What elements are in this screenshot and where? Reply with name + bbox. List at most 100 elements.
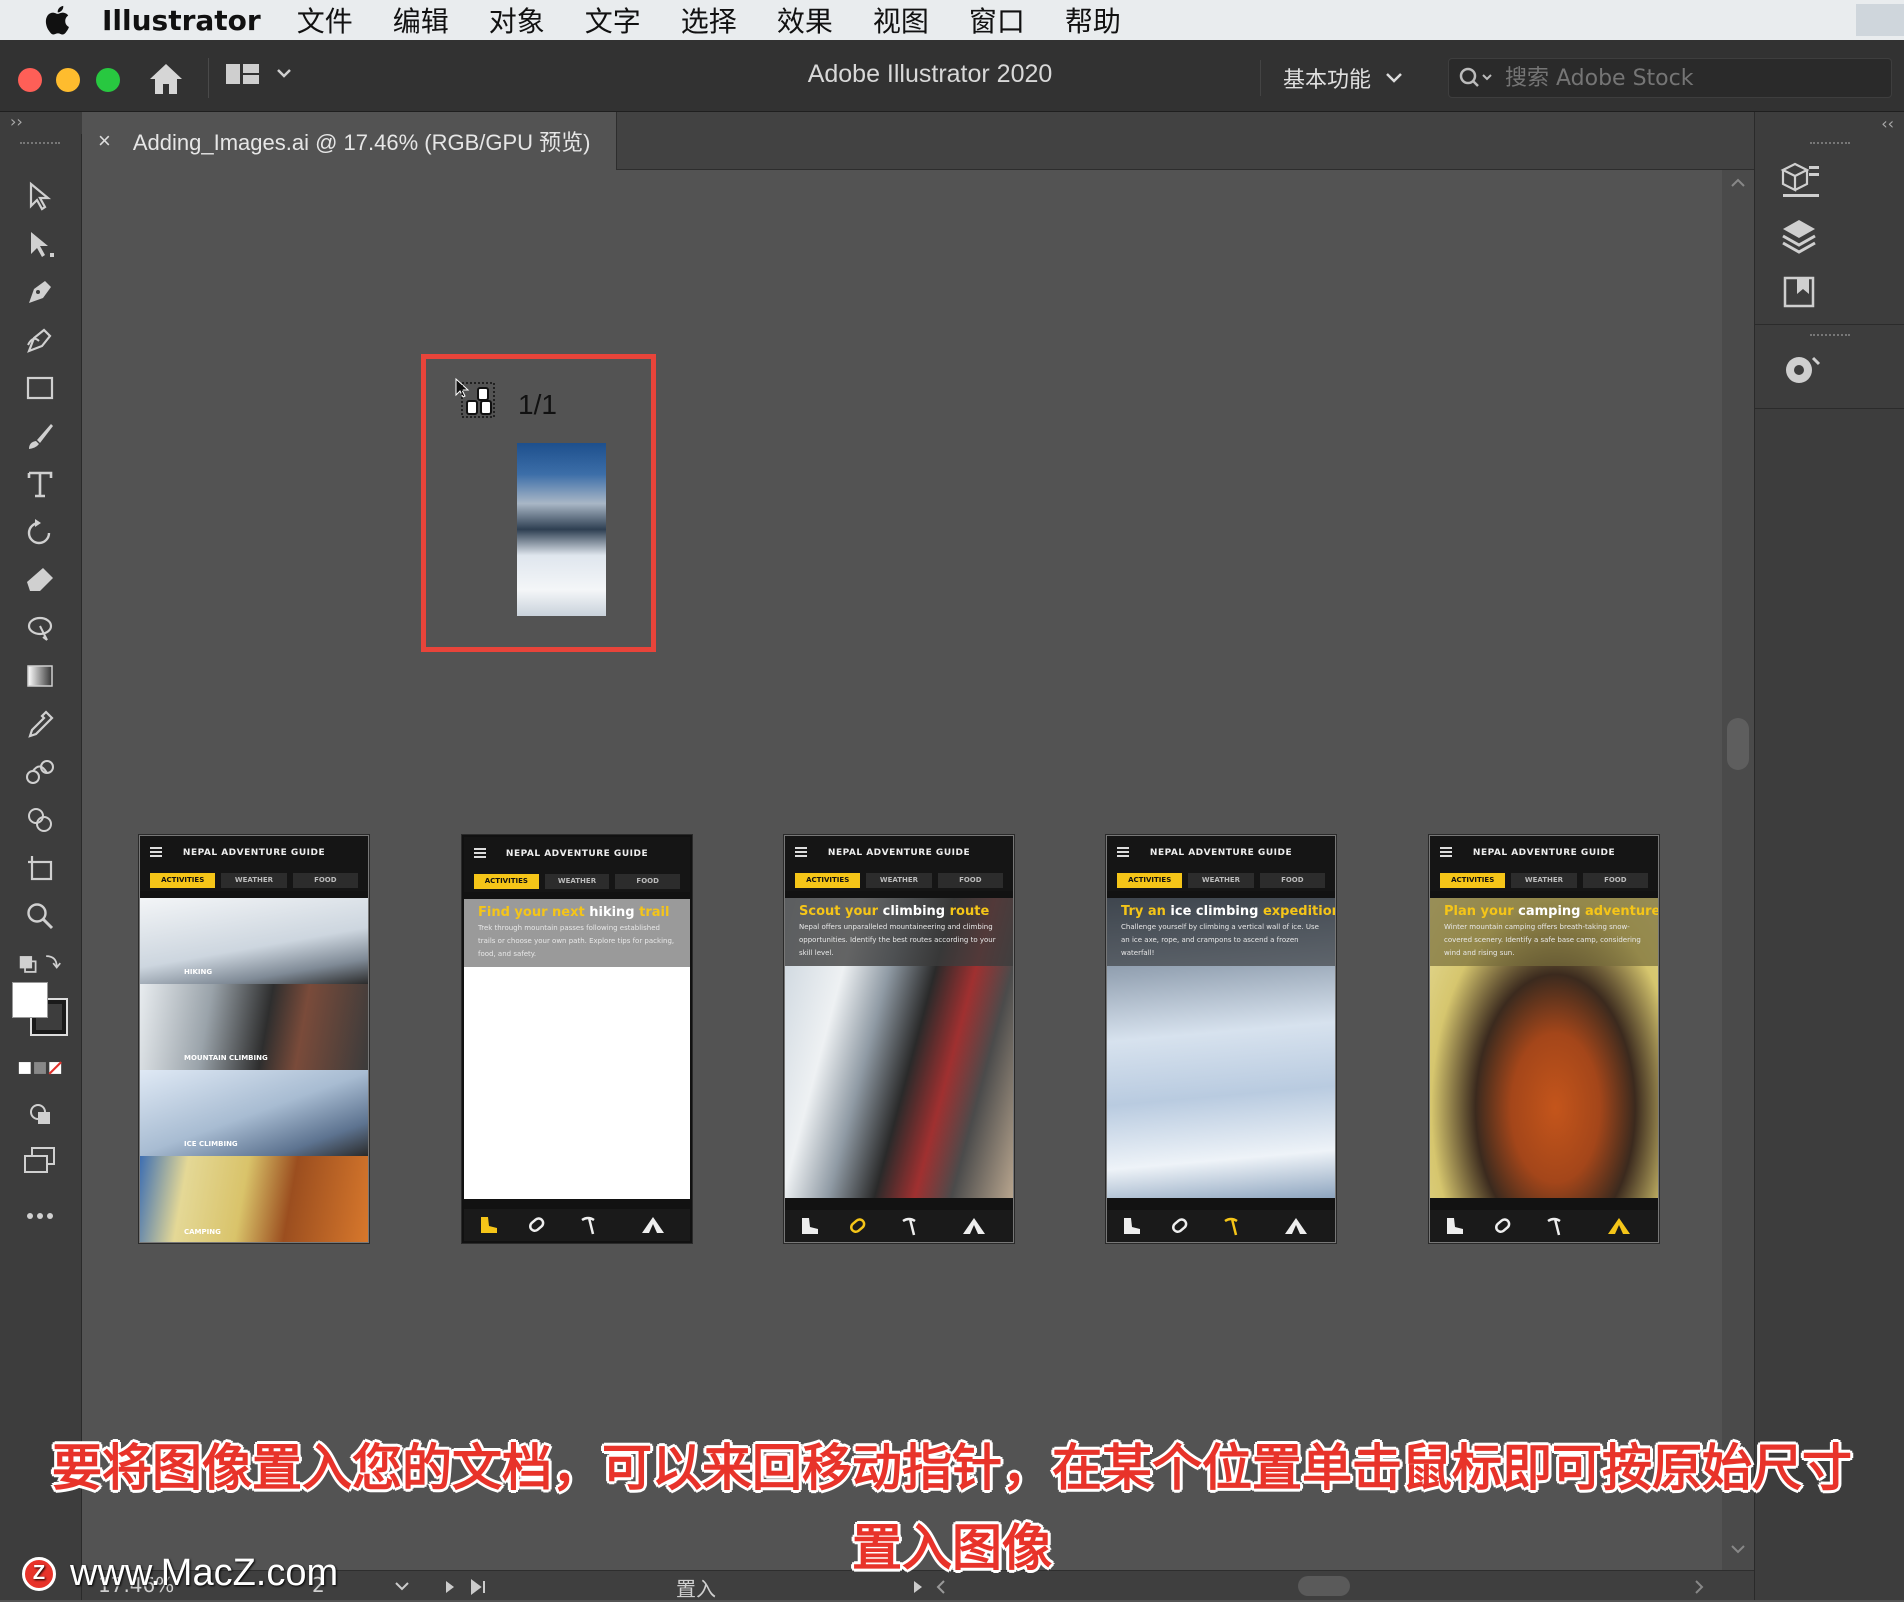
section-label: ICE CLIMBING: [184, 1140, 238, 1148]
artboard-tool-icon[interactable]: [18, 846, 62, 890]
rectangle-tool-icon[interactable]: [18, 366, 62, 410]
tent-icon: [963, 1218, 985, 1234]
artboard-3[interactable]: NEPAL ADVENTURE GUIDE ACTIVITIES WEATHER F…: [784, 835, 1014, 1243]
menu-app-name[interactable]: Illustrator: [102, 4, 261, 37]
panel-divider: [1755, 324, 1904, 325]
adobe-stock-search[interactable]: [1448, 58, 1892, 98]
app-tab-weather: WEATHER: [1188, 872, 1254, 888]
app-header-title: NEPAL ADVENTURE GUIDE: [505, 848, 649, 859]
artboard-1[interactable]: NEPAL ADVENTURE GUIDE ACTIVITIES WEATHER F…: [139, 835, 369, 1243]
tent-icon: [642, 1217, 664, 1233]
menu-type[interactable]: 文字: [585, 0, 641, 40]
search-input[interactable]: [1505, 65, 1865, 91]
fill-swatch[interactable]: [12, 982, 48, 1018]
panel-grip[interactable]: [20, 142, 60, 148]
app-tab-weather: WEATHER: [866, 872, 932, 888]
scroll-thumb[interactable]: [1727, 718, 1749, 770]
menu-effect[interactable]: 效果: [777, 0, 833, 40]
chevron-down-icon[interactable]: [394, 1581, 410, 1593]
blend-tool-icon[interactable]: [18, 750, 62, 794]
search-icon: [1459, 67, 1492, 87]
ice-axe-icon: [1224, 1217, 1238, 1236]
paintbrush-tool-icon[interactable]: [18, 414, 62, 458]
close-tab-icon[interactable]: ×: [98, 128, 111, 154]
artboard-canvas[interactable]: NEPAL ADVENTURE GUIDE ACTIVITIES WEATHER F…: [82, 170, 1722, 1570]
status-menu-icons[interactable]: [910, 1579, 950, 1595]
libraries-icon[interactable]: [1779, 160, 1823, 200]
eraser-tool-icon[interactable]: [18, 558, 62, 602]
menu-object[interactable]: 对象: [489, 0, 545, 40]
swap-fill-stroke-icon[interactable]: [18, 942, 62, 986]
properties-icon[interactable]: [1779, 272, 1823, 312]
tent-icon: [1608, 1218, 1630, 1234]
app-tab-activities: ACTIVITIES: [1440, 872, 1506, 888]
app-header: NEPAL ADVENTURE GUIDE: [1107, 836, 1335, 869]
toolbar-collapse-toggle[interactable]: ››: [0, 112, 82, 134]
panel-grip: [1810, 142, 1850, 146]
app-bottom-nav: [464, 1209, 690, 1241]
app-header: NEPAL ADVENTURE GUIDE: [464, 837, 690, 870]
puppet-warp-tool-icon[interactable]: [18, 606, 62, 650]
panel-grip: [1810, 334, 1850, 338]
app-tab-food: FOOD: [1259, 872, 1325, 888]
menu-view[interactable]: 视图: [873, 0, 929, 40]
menu-icon: [474, 848, 486, 858]
more-tools-icon[interactable]: [18, 1194, 62, 1238]
app-tabs: ACTIVITIES WEATHER FOOD: [464, 870, 690, 892]
place-gun-cursor-icon: [455, 377, 495, 418]
shape-builder-tool-icon[interactable]: [18, 798, 62, 842]
menu-icon: [150, 847, 162, 857]
app-tab-weather: WEATHER: [1511, 872, 1577, 888]
app-tab-weather: WEATHER: [221, 872, 287, 888]
artboard-4[interactable]: NEPAL ADVENTURE GUIDE ACTIVITIES WEATHER F…: [1106, 835, 1336, 1243]
type-tool-icon[interactable]: [18, 462, 62, 506]
menu-select[interactable]: 选择: [681, 0, 737, 40]
curvature-tool-icon[interactable]: [18, 318, 62, 362]
zoom-tool-icon[interactable]: [18, 894, 62, 938]
gradient-tool-icon[interactable]: [18, 654, 62, 698]
watermark-logo: Z: [22, 1556, 56, 1591]
boot-icon: [1124, 1218, 1140, 1234]
draw-mode-icon[interactable]: [18, 1092, 62, 1136]
eyedropper-tool-icon[interactable]: [18, 702, 62, 746]
panel-divider: [1755, 408, 1904, 409]
artboard-5[interactable]: NEPAL ADVENTURE GUIDE ACTIVITIES WEATHER F…: [1429, 835, 1659, 1243]
collapsed-panels: ‹‹: [1754, 112, 1904, 1600]
menubar-status-area: [1856, 4, 1904, 36]
pen-tool-icon[interactable]: [18, 270, 62, 314]
document-tab[interactable]: × Adding_Images.ai @ 17.46% (RGB/GPU 预览): [82, 112, 617, 170]
color-panel-icon[interactable]: [1779, 348, 1823, 392]
app-tab-food: FOOD: [1582, 872, 1648, 888]
panel-collapse-toggle[interactable]: ‹‹: [1881, 114, 1894, 133]
vertical-scrollbar[interactable]: [1722, 170, 1754, 1570]
app-tabs: ACTIVITIES WEATHER FOOD: [1430, 869, 1658, 891]
app-bottom-nav: [785, 1210, 1013, 1242]
menu-window[interactable]: 窗口: [969, 0, 1025, 40]
hero-heading-bold: ice climbing: [1170, 904, 1259, 919]
scroll-right-icon[interactable]: [1692, 1579, 1708, 1595]
selection-tool-icon[interactable]: [18, 174, 62, 218]
tent-icon: [1285, 1218, 1307, 1234]
apple-icon[interactable]: [42, 3, 76, 37]
layers-icon[interactable]: [1779, 216, 1823, 256]
artboard-2[interactable]: NEPAL ADVENTURE GUIDE ACTIVITIES WEATHER F…: [462, 835, 692, 1243]
mac-menu-bar: Illustrator 文件 编辑 对象 文字 选择 效果 视图 窗口 帮助: [0, 0, 1904, 40]
menu-icon: [795, 847, 807, 857]
menu-edit[interactable]: 编辑: [393, 0, 449, 40]
direct-selection-tool-icon[interactable]: [18, 222, 62, 266]
fill-stroke-swatches[interactable]: [12, 982, 72, 1038]
color-mode-icon[interactable]: [18, 1046, 62, 1090]
menu-help[interactable]: 帮助: [1065, 0, 1121, 40]
screen-mode-icon[interactable]: [18, 1138, 62, 1182]
hero-body: Trek through mountain passes following e…: [478, 924, 675, 958]
scroll-up-icon[interactable]: [1730, 176, 1746, 188]
app-tabs: ACTIVITIES WEATHER FOOD: [785, 869, 1013, 891]
app-tab-food: FOOD: [937, 872, 1003, 888]
app-header-title: NEPAL ADVENTURE GUIDE: [1472, 847, 1616, 858]
artboard-navigation-icons[interactable]: [442, 1579, 502, 1595]
workspace-switcher[interactable]: 基本功能: [1260, 60, 1403, 96]
rotate-tool-icon[interactable]: [18, 510, 62, 554]
menu-file[interactable]: 文件: [297, 0, 353, 40]
menu-icon: [1117, 847, 1129, 857]
ice-axe-icon: [581, 1216, 595, 1235]
